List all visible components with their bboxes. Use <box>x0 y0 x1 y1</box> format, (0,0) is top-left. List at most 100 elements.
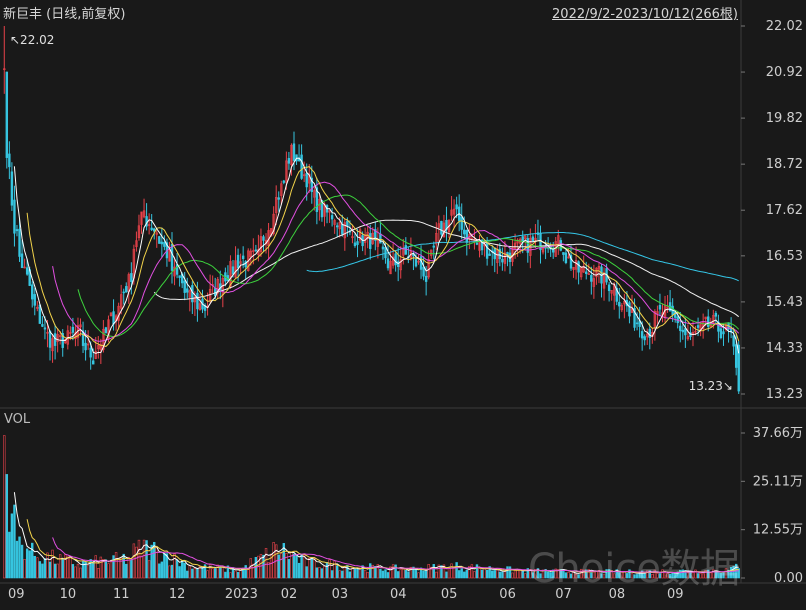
x-tick-label: 10 <box>60 587 77 602</box>
volume-bar <box>348 571 352 579</box>
volume-bar <box>18 536 21 579</box>
candle-body <box>163 242 166 247</box>
volume-bar <box>424 570 428 579</box>
candle-body <box>15 229 19 232</box>
candle-body <box>681 329 685 333</box>
volume-tick-label: 37.66万 <box>753 426 803 441</box>
x-tick-label: 12 <box>169 587 186 602</box>
x-tick-label: 05 <box>441 587 458 602</box>
volume-bar <box>168 565 171 579</box>
volume-bar <box>41 563 44 579</box>
candle-body <box>92 360 95 365</box>
volume-bar <box>56 563 59 579</box>
volume-bar <box>211 568 214 579</box>
volume-bar <box>15 540 19 579</box>
volume-bar <box>74 566 77 579</box>
candle-body <box>236 254 240 269</box>
volume-bar <box>5 474 9 579</box>
price-tick-label: 22.02 <box>766 19 803 34</box>
volume-bar <box>48 561 52 579</box>
volume-bar <box>10 513 14 579</box>
volume-bar <box>399 569 402 579</box>
volume-bar <box>465 569 469 579</box>
candle-body <box>679 325 682 331</box>
candle-body <box>5 71 9 158</box>
x-tick-label: 02 <box>281 587 298 602</box>
volume-bar <box>38 561 42 579</box>
volume-bar <box>508 566 512 579</box>
candle-body <box>125 286 128 293</box>
volume-bar <box>219 567 222 579</box>
candle-body <box>282 180 286 183</box>
date-range[interactable]: 2022/9/2-2023/10/12(266根) <box>552 3 738 22</box>
volume-bar <box>491 570 494 579</box>
candle-body <box>287 158 291 164</box>
candle-body <box>18 228 21 257</box>
x-tick-label: 09 <box>8 587 25 602</box>
chart-stage: 22.02 20.92 19.82 18.72 17.62 16.53 15.43 14.33… <box>0 0 806 606</box>
volume-bar <box>503 571 507 579</box>
x-tick-label: 03 <box>332 587 349 602</box>
volume-bar <box>201 567 204 579</box>
volume-bar <box>137 539 141 579</box>
volume-bar <box>170 564 174 579</box>
x-tick-label: 11 <box>113 587 130 602</box>
candle-body <box>84 342 87 351</box>
high-annotation: ↖22.02 <box>10 33 54 47</box>
volume-bar <box>36 557 39 579</box>
x-tick-label: 2023 <box>225 587 258 602</box>
volume-bar <box>302 554 306 579</box>
volume-bar <box>325 562 329 579</box>
candle-body <box>13 199 16 234</box>
volume-bar <box>51 549 54 579</box>
volume-bar <box>252 563 255 579</box>
volume-bar <box>114 552 118 579</box>
volume-bar <box>33 555 36 579</box>
volume-bar <box>94 555 97 579</box>
volume-bar <box>369 563 372 579</box>
candle-body <box>346 220 349 227</box>
volume-bar <box>272 542 275 579</box>
candle-body <box>341 224 344 235</box>
volume-bar <box>516 570 519 579</box>
volume-bar <box>46 552 49 579</box>
candle-body <box>186 288 189 293</box>
volume-bar <box>76 563 80 579</box>
volume-bar <box>381 570 385 579</box>
volume-bar <box>422 570 425 579</box>
candle-body <box>628 302 631 317</box>
candle-body <box>31 284 34 300</box>
volume-tick-label: 0.00 <box>774 571 803 586</box>
candle-body <box>292 143 296 161</box>
candle-body <box>130 273 133 283</box>
volume-bar <box>43 558 47 579</box>
candle-body <box>640 331 644 339</box>
volume-bar <box>485 569 489 579</box>
candle-body <box>618 301 621 307</box>
volume-bar <box>97 568 100 579</box>
volume-bar <box>297 562 301 579</box>
volume-bar <box>524 573 527 579</box>
volume-bar <box>518 569 522 579</box>
price-tick-label: 14.33 <box>766 341 803 356</box>
candle-body <box>414 258 418 267</box>
volume-bar <box>363 569 367 579</box>
volume-bar <box>130 559 133 579</box>
volume-bar <box>13 504 16 579</box>
candle-body <box>160 241 164 245</box>
volume-bar <box>79 567 82 579</box>
volume-bar <box>280 553 283 579</box>
volume-bar <box>315 567 319 579</box>
volume-bar <box>180 560 184 579</box>
volume-bar <box>214 568 217 579</box>
volume-bar <box>140 555 143 579</box>
volume-bar <box>58 554 62 579</box>
candle-body <box>475 242 479 245</box>
volume-bar <box>69 557 72 579</box>
candle-body <box>356 241 359 245</box>
volume-bar <box>417 572 420 579</box>
candle-body <box>300 154 303 179</box>
volume-bar <box>277 554 280 579</box>
volume-bar <box>28 550 31 579</box>
candle-body <box>658 305 662 310</box>
